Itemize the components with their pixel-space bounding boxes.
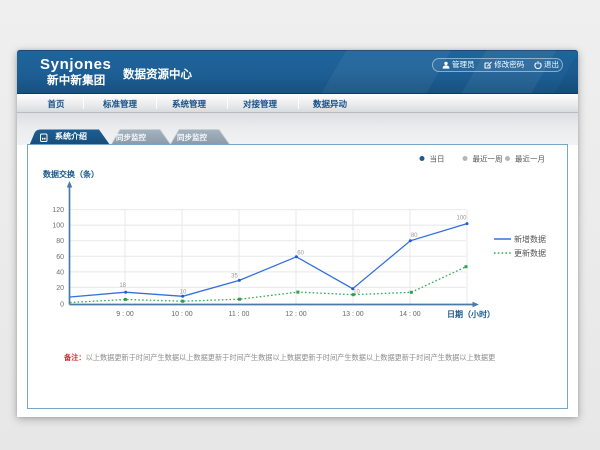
svg-text:100: 100 xyxy=(456,216,467,222)
svg-text:最近一周: 最近一周 xyxy=(473,153,503,163)
svg-text:新增数据: 新增数据 xyxy=(514,234,546,244)
svg-text:10: 10 xyxy=(353,290,360,296)
svg-text:18: 18 xyxy=(119,283,126,289)
svg-text:20: 20 xyxy=(56,285,64,292)
svg-text:当日: 当日 xyxy=(430,153,445,163)
svg-text:日期（小时）: 日期（小时） xyxy=(447,309,495,319)
svg-text:60: 60 xyxy=(56,254,64,261)
svg-text:40: 40 xyxy=(56,269,64,276)
svg-text:10: 10 xyxy=(180,290,187,296)
svg-text:80: 80 xyxy=(56,238,64,245)
svg-text:12 : 00: 12 : 00 xyxy=(285,311,307,318)
svg-text:最近一月: 最近一月 xyxy=(515,153,545,163)
svg-text:35: 35 xyxy=(231,273,238,279)
svg-text:11 : 00: 11 : 00 xyxy=(229,311,250,318)
svg-text:120: 120 xyxy=(52,207,64,214)
svg-text:13 : 00: 13 : 00 xyxy=(342,311,364,318)
svg-text:10 : 00: 10 : 00 xyxy=(171,311,193,318)
svg-text:更新数据: 更新数据 xyxy=(514,248,546,258)
svg-text:60: 60 xyxy=(297,250,304,256)
svg-text:0: 0 xyxy=(60,302,64,309)
svg-text:数据交换（条）: 数据交换（条） xyxy=(43,169,99,179)
svg-text:14 : 00: 14 : 00 xyxy=(399,311,421,318)
svg-text:9 : 00: 9 : 00 xyxy=(116,311,134,318)
svg-text:80: 80 xyxy=(411,233,418,239)
svg-text:100: 100 xyxy=(52,223,64,230)
